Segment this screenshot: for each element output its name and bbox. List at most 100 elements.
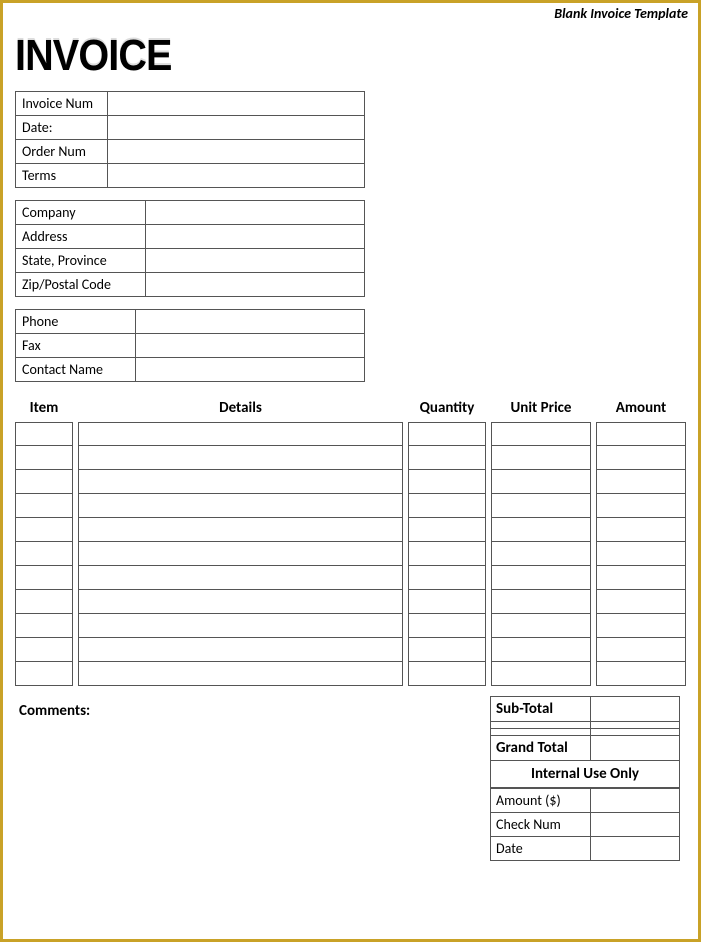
cell-amount[interactable]: [596, 422, 686, 446]
company-value[interactable]: [146, 201, 364, 224]
cell-qty[interactable]: [408, 566, 486, 590]
totals-blank-value-2[interactable]: [590, 729, 680, 736]
cell-qty[interactable]: [408, 494, 486, 518]
state-label: State, Province: [16, 249, 146, 272]
col-header-item: Item: [15, 394, 73, 422]
internal-date-label: Date: [490, 837, 590, 861]
terms-label: Terms: [16, 164, 108, 187]
cell-item[interactable]: [15, 566, 73, 590]
order-num-label: Order Num: [16, 140, 108, 163]
cell-amount[interactable]: [596, 614, 686, 638]
contact-value[interactable]: [136, 358, 364, 381]
internal-use-header: Internal Use Only: [490, 761, 680, 788]
cell-qty[interactable]: [408, 518, 486, 542]
cell-item[interactable]: [15, 518, 73, 542]
totals-blank-label-2: [490, 729, 590, 736]
phone-value[interactable]: [136, 310, 364, 333]
cell-qty[interactable]: [408, 422, 486, 446]
check-num-value[interactable]: [590, 813, 680, 837]
address-value[interactable]: [146, 225, 364, 248]
cell-price[interactable]: [491, 542, 591, 566]
cell-price[interactable]: [491, 470, 591, 494]
cell-amount[interactable]: [596, 518, 686, 542]
grand-total-value[interactable]: [590, 736, 680, 761]
table-row: [15, 566, 686, 590]
address-label: Address: [16, 225, 146, 248]
state-value[interactable]: [146, 249, 364, 272]
cell-details[interactable]: [78, 422, 403, 446]
cell-qty[interactable]: [408, 542, 486, 566]
table-row: [15, 470, 686, 494]
cell-qty[interactable]: [408, 614, 486, 638]
cell-price[interactable]: [491, 590, 591, 614]
cell-qty[interactable]: [408, 470, 486, 494]
col-header-qty: Quantity: [408, 394, 486, 422]
comments-label: Comments:: [15, 696, 490, 861]
internal-date-value[interactable]: [590, 837, 680, 861]
cell-amount[interactable]: [596, 542, 686, 566]
subtotal-value[interactable]: [590, 696, 680, 722]
page-title: INVOICE: [15, 31, 619, 81]
cell-details[interactable]: [78, 470, 403, 494]
cell-price[interactable]: [491, 446, 591, 470]
zip-value[interactable]: [146, 273, 364, 296]
cell-amount[interactable]: [596, 470, 686, 494]
amount-value[interactable]: [590, 788, 680, 813]
cell-details[interactable]: [78, 614, 403, 638]
items-header-row: Item Details Quantity Unit Price Amount: [15, 394, 686, 422]
cell-qty[interactable]: [408, 590, 486, 614]
title-block: INVOICE INVOICE: [15, 31, 686, 81]
cell-price[interactable]: [491, 518, 591, 542]
cell-amount[interactable]: [596, 566, 686, 590]
zip-label: Zip/Postal Code: [16, 273, 146, 296]
cell-amount[interactable]: [596, 638, 686, 662]
totals-blank-value-1[interactable]: [590, 722, 680, 729]
order-num-value[interactable]: [108, 140, 364, 163]
cell-details[interactable]: [78, 590, 403, 614]
cell-details[interactable]: [78, 494, 403, 518]
cell-details[interactable]: [78, 662, 403, 686]
cell-qty[interactable]: [408, 446, 486, 470]
cell-amount[interactable]: [596, 494, 686, 518]
cell-details[interactable]: [78, 542, 403, 566]
cell-item[interactable]: [15, 590, 73, 614]
cell-item[interactable]: [15, 422, 73, 446]
cell-price[interactable]: [491, 566, 591, 590]
cell-item[interactable]: [15, 638, 73, 662]
cell-item[interactable]: [15, 614, 73, 638]
date-value[interactable]: [108, 116, 364, 139]
invoice-num-value[interactable]: [108, 92, 364, 115]
col-header-amount: Amount: [596, 394, 686, 422]
date-label: Date:: [16, 116, 108, 139]
cell-qty[interactable]: [408, 638, 486, 662]
cell-amount[interactable]: [596, 590, 686, 614]
cell-amount[interactable]: [596, 662, 686, 686]
cell-amount[interactable]: [596, 446, 686, 470]
cell-price[interactable]: [491, 662, 591, 686]
cell-item[interactable]: [15, 662, 73, 686]
col-header-price: Unit Price: [491, 394, 591, 422]
table-row: [15, 542, 686, 566]
cell-details[interactable]: [78, 518, 403, 542]
cell-item[interactable]: [15, 494, 73, 518]
table-row: [15, 422, 686, 446]
page-label: Blank Invoice Template: [554, 5, 688, 22]
table-row: [15, 446, 686, 470]
cell-price[interactable]: [491, 422, 591, 446]
subtotal-label: Sub-Total: [490, 696, 590, 722]
cell-qty[interactable]: [408, 662, 486, 686]
table-row: [15, 638, 686, 662]
cell-details[interactable]: [78, 446, 403, 470]
cell-details[interactable]: [78, 566, 403, 590]
fax-value[interactable]: [136, 334, 364, 357]
cell-item[interactable]: [15, 542, 73, 566]
cell-price[interactable]: [491, 638, 591, 662]
items-table: Item Details Quantity Unit Price Amount: [15, 394, 686, 686]
table-row: [15, 494, 686, 518]
cell-price[interactable]: [491, 614, 591, 638]
terms-value[interactable]: [108, 164, 364, 187]
cell-item[interactable]: [15, 470, 73, 494]
cell-price[interactable]: [491, 494, 591, 518]
cell-item[interactable]: [15, 446, 73, 470]
cell-details[interactable]: [78, 638, 403, 662]
